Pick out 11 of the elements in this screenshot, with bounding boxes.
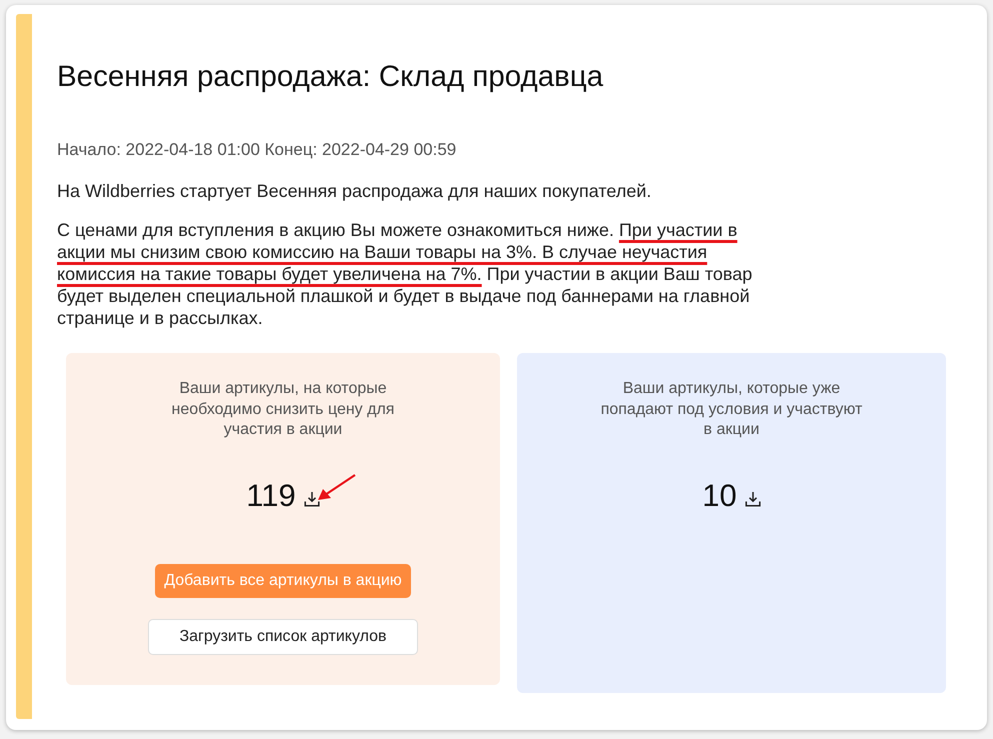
download-icon[interactable] [744, 490, 761, 506]
promotion-period: Начало: 2022-04-18 01:00 Конец: 2022-04-29 00:59 [57, 139, 458, 161]
upload-list-button[interactable]: Загрузить список артикулов [148, 618, 418, 654]
intro-text: На Wildberries стартует Весенняя распродажа для наших покупателей. [57, 180, 652, 202]
item-count: 10 [702, 478, 737, 514]
card-description: Ваши артикулы, которые уже попадают под условия и участвуют в акции [600, 379, 864, 440]
page-title: Весенняя распродажа: Склад продавца [57, 60, 604, 94]
details-paragraph: С ценами для вступления в акцию Вы можете ознакомиться ниже. При участии в акции мы снизим свою комиссию на Ваши товары на 3%. В случае неучастия комиссия на такие товары будет увеличена на 7%. При участии в акции Ваш товар будет выделен специальной плашкой и будет в выдаче под баннерами на главной странице и в рассылках. [57, 219, 754, 329]
download-icon[interactable] [304, 490, 320, 506]
item-count: 119 [246, 478, 296, 514]
card-description: Ваши артикулы, на которые необходимо снизить цену для участия в акции [170, 379, 396, 440]
